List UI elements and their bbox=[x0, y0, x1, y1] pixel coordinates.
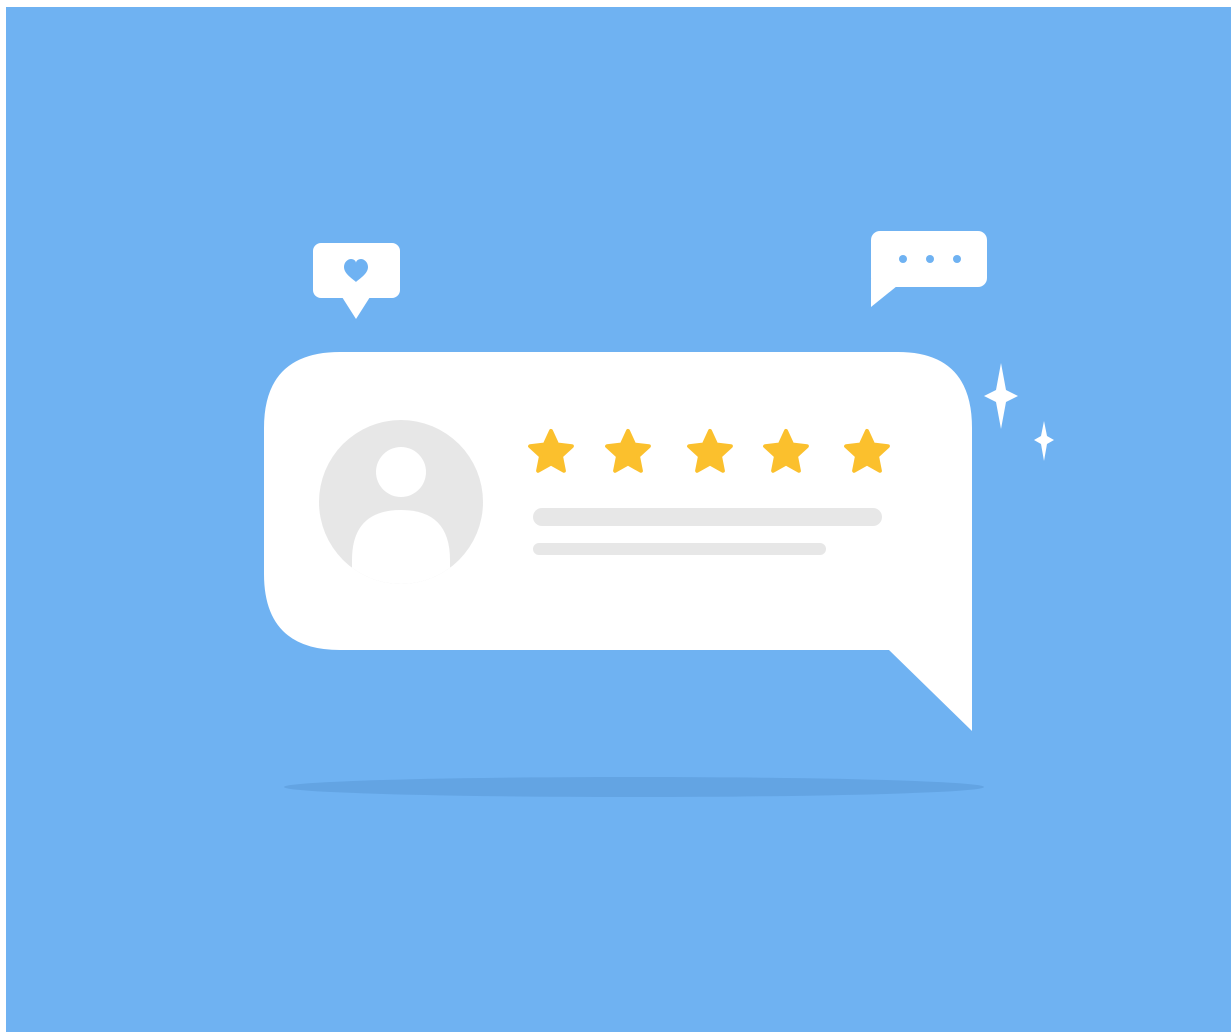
review-text-line-1 bbox=[533, 508, 882, 526]
ellipsis-dot bbox=[899, 255, 907, 263]
avatar-head bbox=[376, 447, 426, 497]
ellipsis-dot bbox=[926, 255, 934, 263]
card-shadow bbox=[284, 777, 984, 797]
ellipsis-dot bbox=[953, 255, 961, 263]
illustration-stage bbox=[0, 0, 1231, 1032]
review-text-line-2 bbox=[533, 543, 826, 555]
review-illustration bbox=[6, 7, 1231, 1032]
